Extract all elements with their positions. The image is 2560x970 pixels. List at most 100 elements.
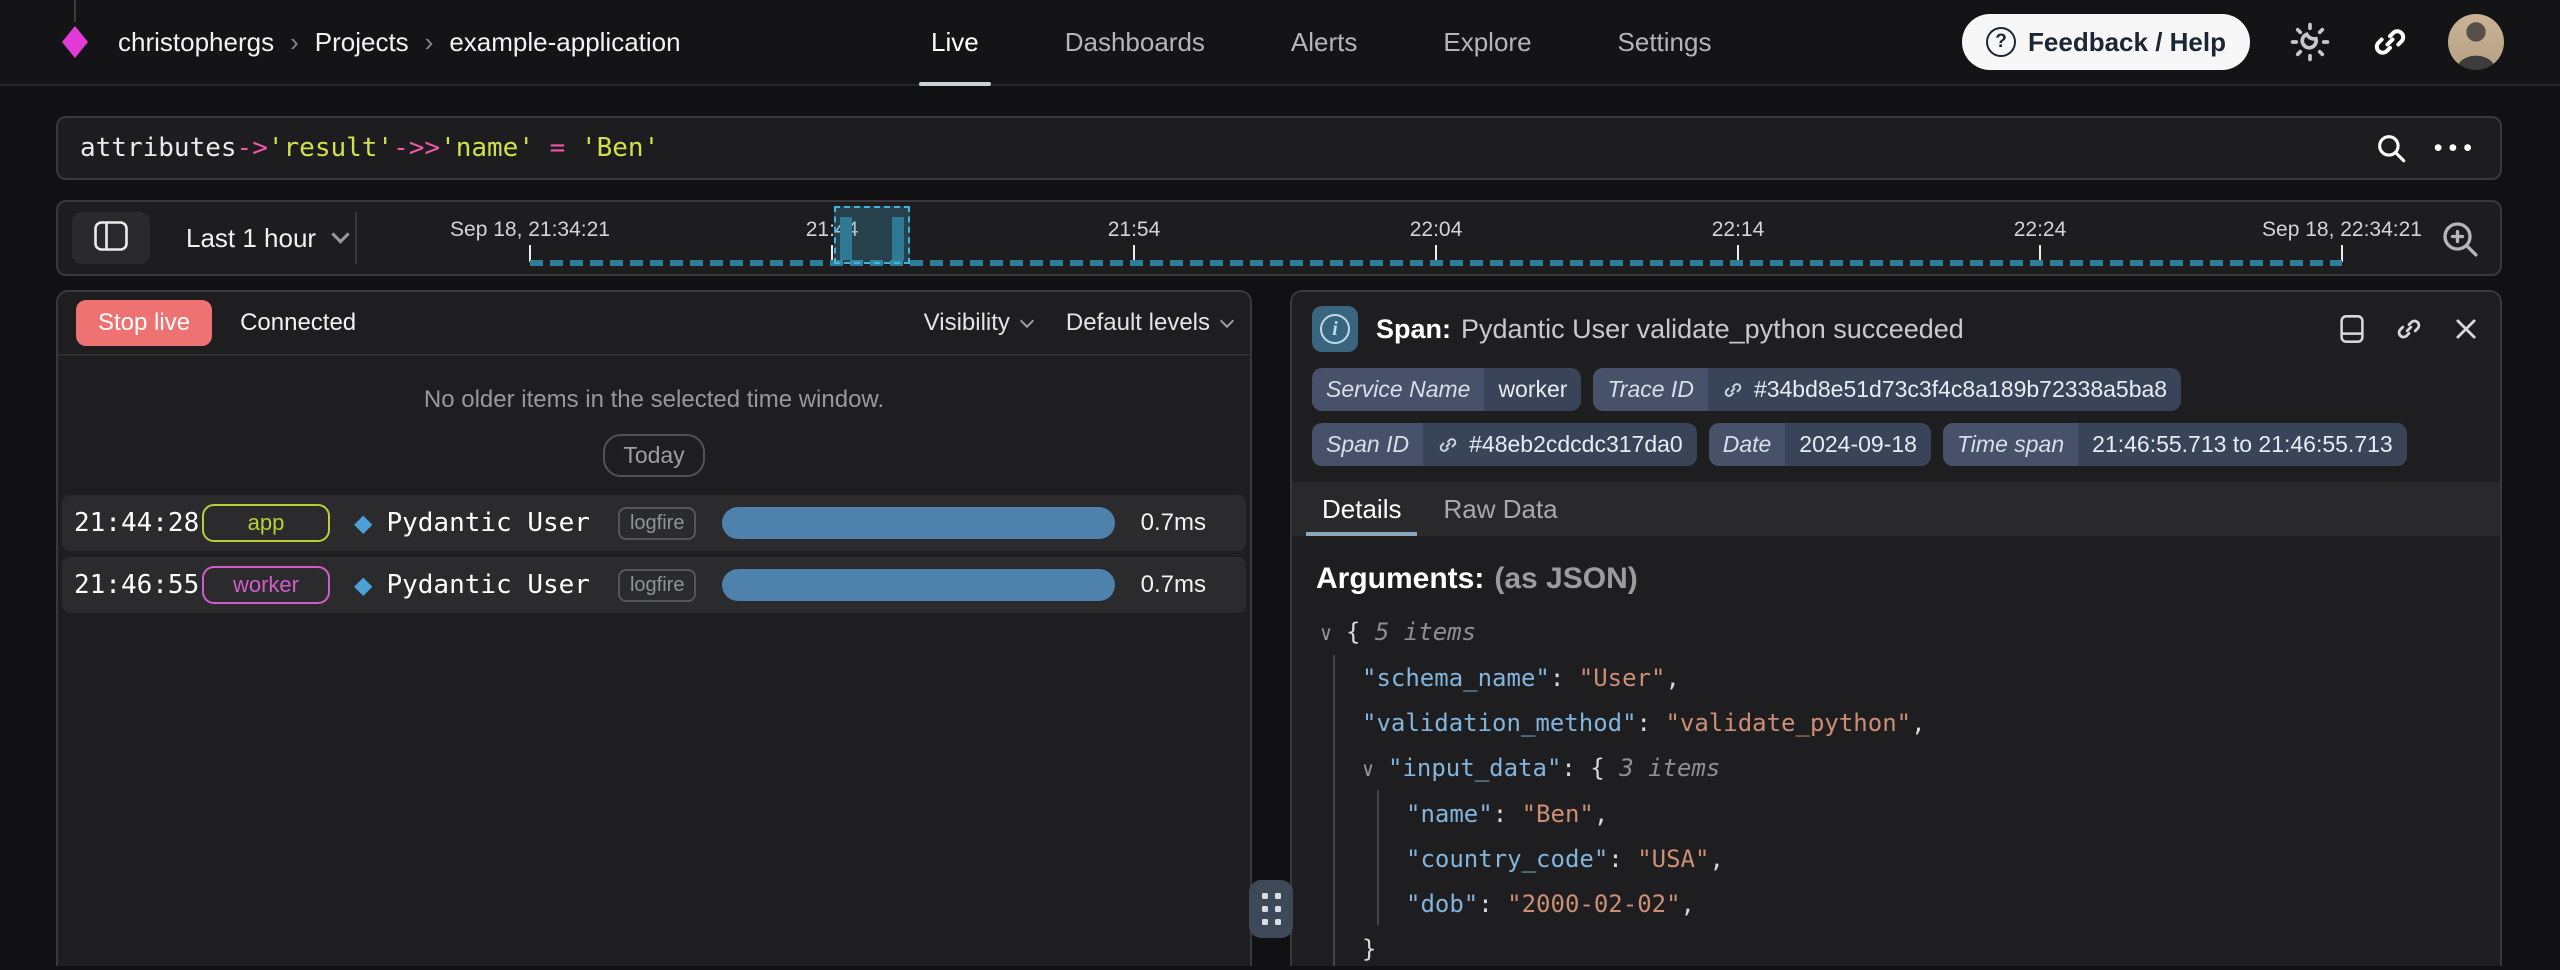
- json-token: :: [1493, 800, 1522, 828]
- meta-chip-label: Date: [1709, 423, 1786, 466]
- meta-chip-label: Span ID: [1312, 423, 1423, 466]
- tab-raw-data[interactable]: Raw Data: [1427, 482, 1573, 536]
- breadcrumb-item-2[interactable]: Projects: [315, 27, 409, 58]
- empty-state-message: No older items in the selected time wind…: [58, 386, 1250, 414]
- detail-content: Arguments:(as JSON) ∨{ 5 items"schema_na…: [1292, 536, 2500, 966]
- nav-live[interactable]: Live: [919, 0, 991, 84]
- share-link-icon[interactable]: [2370, 22, 2410, 62]
- chevron-down-icon: [1220, 313, 1234, 327]
- json-line: "schema_name": "User",: [1316, 656, 2476, 701]
- log-rows: 21:44:28app◆Pydantic Userlogfire0.7ms21:…: [58, 495, 1250, 613]
- info-i-icon: i: [1320, 314, 1350, 344]
- nav-settings[interactable]: Settings: [1606, 0, 1724, 84]
- query-token: 'Ben': [581, 133, 659, 163]
- json-token: "Ben": [1522, 800, 1594, 828]
- meta-chip-label: Time span: [1943, 423, 2078, 466]
- json-line: "name": "Ben",: [1316, 792, 2476, 837]
- timeline-tick-label: 21:54: [1108, 218, 1161, 242]
- json-token: 5 items: [1375, 618, 1476, 646]
- nav-alerts[interactable]: Alerts: [1279, 0, 1369, 84]
- meta-chip-label: Service Name: [1312, 368, 1484, 411]
- json-token: :: [1637, 709, 1666, 737]
- meta-chip-value: #34bd8e51d73c3f4c8a189b72338a5ba8: [1708, 368, 2181, 411]
- timeline-dashed-track: [530, 260, 2342, 266]
- service-tag-badge[interactable]: worker: [202, 566, 330, 604]
- json-token: "input_data": [1388, 754, 1561, 782]
- json-token: ,: [1594, 800, 1608, 828]
- meta-chip-span-id[interactable]: Span ID#48eb2cdcdc317da0: [1312, 423, 1697, 466]
- time-range-dropdown[interactable]: Last 1 hour: [186, 202, 347, 274]
- timeline-selection[interactable]: [834, 206, 910, 264]
- log-row[interactable]: 21:46:55worker◆Pydantic Userlogfire0.7ms: [62, 557, 1246, 613]
- zoom-in-icon[interactable]: [2440, 219, 2480, 259]
- link-icon[interactable]: [1437, 434, 1459, 456]
- breadcrumb-separator: ›: [290, 27, 299, 58]
- json-line: }: [1316, 927, 2476, 966]
- json-token: :: [1608, 845, 1637, 873]
- query-more-icon[interactable]: •••: [2434, 134, 2478, 163]
- panel-resize-handle[interactable]: [1249, 880, 1293, 938]
- theme-auto-icon[interactable]: [2288, 20, 2332, 64]
- logo-caret-line: [74, 0, 76, 22]
- span-meta-chips-row: Span ID#48eb2cdcdc317da0 Date2024-09-18 Ti…: [1292, 423, 2500, 466]
- scope-badge: logfire: [618, 569, 696, 602]
- query-token: =: [534, 133, 581, 163]
- meta-chip-value: 21:46:55.713 to 21:46:55.713: [2078, 423, 2407, 466]
- stop-live-button[interactable]: Stop live: [76, 300, 212, 346]
- json-token: "2000-02-02": [1507, 890, 1680, 918]
- feedback-help-button[interactable]: ? Feedback / Help: [1962, 14, 2250, 70]
- chevron-down-icon: [331, 225, 349, 243]
- json-token: "name": [1406, 800, 1493, 828]
- service-tag-badge[interactable]: app: [202, 504, 330, 542]
- default-levels-label: Default levels: [1066, 309, 1210, 337]
- json-token: "validate_python": [1665, 709, 1911, 737]
- meta-chip-value: 2024-09-18: [1785, 423, 1931, 466]
- link-icon[interactable]: [1722, 379, 1744, 401]
- breadcrumb-separator: ›: [425, 27, 434, 58]
- visibility-dropdown[interactable]: Visibility: [924, 309, 1032, 337]
- nav-explore[interactable]: Explore: [1431, 0, 1543, 84]
- arguments-heading: Arguments:(as JSON): [1316, 562, 2476, 596]
- breadcrumb-item-3[interactable]: example-application: [449, 27, 680, 58]
- default-levels-dropdown[interactable]: Default levels: [1066, 309, 1232, 337]
- json-token: : {: [1561, 754, 1619, 782]
- indent-guide: [1377, 790, 1379, 925]
- primary-nav: Live Dashboards Alerts Explore Settings: [919, 0, 1723, 84]
- live-view-panel: Stop live Connected Visibility Default l…: [56, 290, 1252, 966]
- meta-chip-service-name: Service Nameworker: [1312, 368, 1581, 411]
- log-timestamp: 21:44:28: [74, 508, 192, 538]
- duration-value: 0.7ms: [1141, 571, 1206, 599]
- json-token: :: [1478, 890, 1507, 918]
- chevron-down-icon: [1020, 313, 1034, 327]
- dock-panel-icon[interactable]: [2338, 314, 2366, 344]
- today-button[interactable]: Today: [603, 434, 704, 477]
- log-timestamp: 21:46:55: [74, 570, 192, 600]
- json-line: "country_code": "USA",: [1316, 837, 2476, 882]
- nav-dashboards[interactable]: Dashboards: [1053, 0, 1217, 84]
- collapse-toggle-icon[interactable]: ∨: [1320, 611, 1346, 656]
- sidebar-toggle-button[interactable]: [72, 212, 150, 264]
- live-panel-header: Stop live Connected Visibility Default l…: [58, 292, 1250, 356]
- json-token: }: [1362, 935, 1376, 963]
- meta-chip-value: worker: [1484, 368, 1581, 411]
- copy-link-icon[interactable]: [2394, 314, 2424, 344]
- json-token: "country_code": [1406, 845, 1608, 873]
- search-icon[interactable]: [2374, 131, 2408, 165]
- query-input[interactable]: attributes->'result'->>'name' = 'Ben' ••…: [56, 116, 2502, 180]
- span-diamond-icon: ◆: [354, 571, 372, 600]
- close-icon[interactable]: [2452, 315, 2480, 343]
- meta-chip-date: Date2024-09-18: [1709, 423, 1931, 466]
- collapse-toggle-icon[interactable]: ∨: [1362, 747, 1388, 792]
- json-token: "validation_method": [1362, 709, 1637, 737]
- breadcrumb-item-1[interactable]: christophergs: [118, 27, 274, 58]
- logfire-logo-icon[interactable]: [62, 26, 88, 58]
- tab-details[interactable]: Details: [1306, 482, 1417, 536]
- detail-tabs: DetailsRaw Data: [1292, 482, 2500, 536]
- user-avatar[interactable]: [2448, 14, 2504, 70]
- json-line: "dob": "2000-02-02",: [1316, 882, 2476, 927]
- span-detail-actions: [2338, 314, 2480, 344]
- meta-chip-trace-id[interactable]: Trace ID#34bd8e51d73c3f4c8a189b72338a5ba…: [1593, 368, 2181, 411]
- duration-bar: [722, 507, 1114, 539]
- log-row[interactable]: 21:44:28app◆Pydantic Userlogfire0.7ms: [62, 495, 1246, 551]
- query-text: attributes->'result'->>'name' = 'Ben': [80, 133, 659, 163]
